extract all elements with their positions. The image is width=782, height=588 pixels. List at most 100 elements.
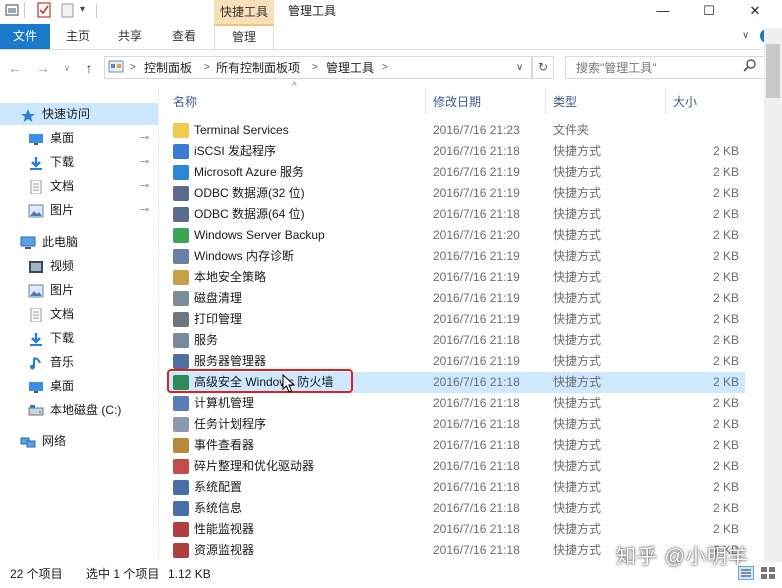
breadcrumb-separator[interactable]: > [312, 60, 318, 76]
ribbon-expand-icon[interactable]: ∨ [742, 28, 749, 44]
nav-item-music[interactable]: 音乐 [0, 351, 158, 373]
file-row[interactable]: 碎片整理和优化驱动器 2016/7/16 21:18 快捷方式 2 KB [167, 456, 745, 477]
file-row[interactable]: ODBC 数据源(64 位) 2016/7/16 21:18 快捷方式 2 KB [167, 204, 745, 225]
column-header-size[interactable]: 大小 [673, 90, 697, 114]
file-name: 性能监视器 [194, 522, 255, 536]
breadcrumb-control-panel[interactable]: 控制面板 [144, 60, 192, 76]
scrollbar-thumb[interactable] [766, 44, 780, 98]
file-row[interactable]: 磁盘清理 2016/7/16 21:19 快捷方式 2 KB [167, 288, 745, 309]
qat-divider [96, 4, 97, 18]
nav-network[interactable]: 网络 [0, 430, 158, 452]
file-row[interactable]: ODBC 数据源(32 位) 2016/7/16 21:19 快捷方式 2 KB [167, 183, 745, 204]
properties-icon[interactable] [36, 2, 52, 18]
up-button[interactable]: ↑ [80, 58, 98, 78]
file-name: Terminal Services [194, 123, 289, 137]
breadcrumb-separator[interactable]: > [382, 60, 388, 76]
file-date: 2016/7/16 21:18 [433, 417, 520, 431]
file-row[interactable]: Windows Server Backup 2016/7/16 21:20 快捷方式… [167, 225, 745, 246]
back-button[interactable]: ← [6, 58, 24, 78]
explorer-app-icon[interactable] [4, 2, 20, 18]
file-type: 快捷方式 [553, 165, 602, 179]
document-icon [28, 179, 44, 195]
nav-label: 桌面 [50, 379, 75, 393]
file-row[interactable]: 任务计划程序 2016/7/16 21:18 快捷方式 2 KB [167, 414, 745, 435]
tab-file[interactable]: 文件 [0, 24, 50, 49]
file-row[interactable]: 系统信息 2016/7/16 21:18 快捷方式 2 KB [167, 498, 745, 519]
file-row[interactable]: 性能监视器 2016/7/16 21:18 快捷方式 2 KB [167, 519, 745, 540]
nav-this-pc[interactable]: 此电脑 [0, 231, 158, 253]
tab-view[interactable]: 查看 [164, 24, 204, 49]
column-divider[interactable] [425, 88, 426, 114]
file-row[interactable]: 计算机管理 2016/7/16 21:18 快捷方式 2 KB [167, 393, 745, 414]
nav-quick-access[interactable]: 快速访问 [0, 103, 158, 125]
status-selected: 选中 1 个项目 [86, 567, 160, 581]
nav-item-desktop-pc[interactable]: 桌面 [0, 375, 158, 397]
file-row[interactable]: 打印管理 2016/7/16 21:19 快捷方式 2 KB [167, 309, 745, 330]
file-name: 本地安全策略 [194, 270, 267, 284]
tab-manage[interactable]: 管理 [214, 24, 274, 49]
file-row[interactable]: 系统配置 2016/7/16 21:18 快捷方式 2 KB [167, 477, 745, 498]
forward-button[interactable]: → [34, 58, 52, 78]
minimize-button[interactable]: — [640, 0, 686, 22]
nav-item-documents[interactable]: 文档 ⊸ [0, 175, 158, 197]
file-row[interactable]: Microsoft Azure 服务 2016/7/16 21:19 快捷方式 2 K… [167, 162, 745, 183]
column-header-name[interactable]: 名称 [173, 90, 197, 114]
vertical-scrollbar[interactable] [764, 28, 782, 562]
event-viewer-icon [173, 438, 189, 453]
pin-icon[interactable]: ⊸ [140, 127, 149, 149]
breadcrumb-admin-tools[interactable]: 管理工具 [326, 60, 374, 76]
pin-icon[interactable]: ⊸ [140, 151, 149, 173]
file-size: 2 KB [712, 270, 739, 284]
mouse-cursor-icon [282, 373, 296, 394]
file-row[interactable]: Terminal Services 2016/7/16 21:23 文件夹 [167, 120, 745, 141]
star-icon [20, 107, 36, 122]
nav-item-downloads-pc[interactable]: 下载 [0, 327, 158, 349]
column-header-date[interactable]: 修改日期 [433, 90, 481, 114]
qat-customize-icon[interactable]: ▾ [80, 2, 85, 18]
large-icons-view-icon[interactable] [760, 566, 776, 580]
new-folder-icon[interactable] [60, 2, 76, 18]
nav-item-desktop[interactable]: 桌面 ⊸ [0, 127, 158, 149]
column-header-type[interactable]: 类型 [553, 90, 577, 114]
pin-icon[interactable]: ⊸ [140, 199, 149, 221]
close-button[interactable]: ✕ [732, 0, 778, 22]
file-row[interactable]: 服务 2016/7/16 21:18 快捷方式 2 KB [167, 330, 745, 351]
file-name: 磁盘清理 [194, 291, 243, 305]
address-dropdown-icon[interactable]: ∨ [516, 60, 523, 76]
nav-item-videos[interactable]: 视频 [0, 255, 158, 277]
pane-divider[interactable] [158, 88, 159, 562]
file-type: 快捷方式 [553, 396, 602, 410]
file-row[interactable]: iSCSI 发起程序 2016/7/16 21:18 快捷方式 2 KB [167, 141, 745, 162]
printer-icon [173, 312, 189, 327]
nav-item-local-disk[interactable]: 本地磁盘 (C:) [0, 399, 158, 421]
nav-item-pictures-pc[interactable]: 图片 [0, 279, 158, 301]
tab-home[interactable]: 主页 [58, 24, 98, 49]
nav-item-documents-pc[interactable]: 文档 [0, 303, 158, 325]
nav-item-pictures[interactable]: 图片 ⊸ [0, 199, 158, 221]
file-size: 2 KB [712, 312, 739, 326]
search-icon[interactable] [743, 58, 757, 75]
column-divider[interactable] [545, 88, 546, 114]
nav-item-downloads[interactable]: 下载 ⊸ [0, 151, 158, 173]
computer-icon [20, 235, 36, 249]
pin-icon[interactable]: ⊸ [140, 175, 149, 197]
file-row[interactable]: Windows 内存诊断 2016/7/16 21:19 快捷方式 2 KB [167, 246, 745, 267]
computer-management-icon [173, 396, 189, 411]
column-divider[interactable] [665, 88, 666, 114]
file-type: 快捷方式 [553, 291, 602, 305]
file-row[interactable]: 本地安全策略 2016/7/16 21:19 快捷方式 2 KB [167, 267, 745, 288]
file-date: 2016/7/16 21:18 [433, 522, 520, 536]
file-date: 2016/7/16 21:20 [433, 228, 520, 242]
recent-locations-button[interactable]: ∨ [58, 58, 76, 78]
file-date: 2016/7/16 21:18 [433, 375, 520, 389]
file-row[interactable]: 事件查看器 2016/7/16 21:18 快捷方式 2 KB [167, 435, 745, 456]
refresh-button[interactable]: ↻ [532, 56, 554, 79]
tab-share[interactable]: 共享 [110, 24, 150, 49]
performance-icon [173, 522, 189, 537]
breadcrumb-separator[interactable]: > [204, 60, 210, 76]
breadcrumb-all-items[interactable]: 所有控制面板项 [216, 60, 300, 76]
maximize-button[interactable]: ☐ [686, 0, 732, 22]
file-name: iSCSI 发起程序 [194, 144, 277, 158]
file-date: 2016/7/16 21:19 [433, 186, 520, 200]
file-name: ODBC 数据源(64 位) [194, 207, 305, 221]
